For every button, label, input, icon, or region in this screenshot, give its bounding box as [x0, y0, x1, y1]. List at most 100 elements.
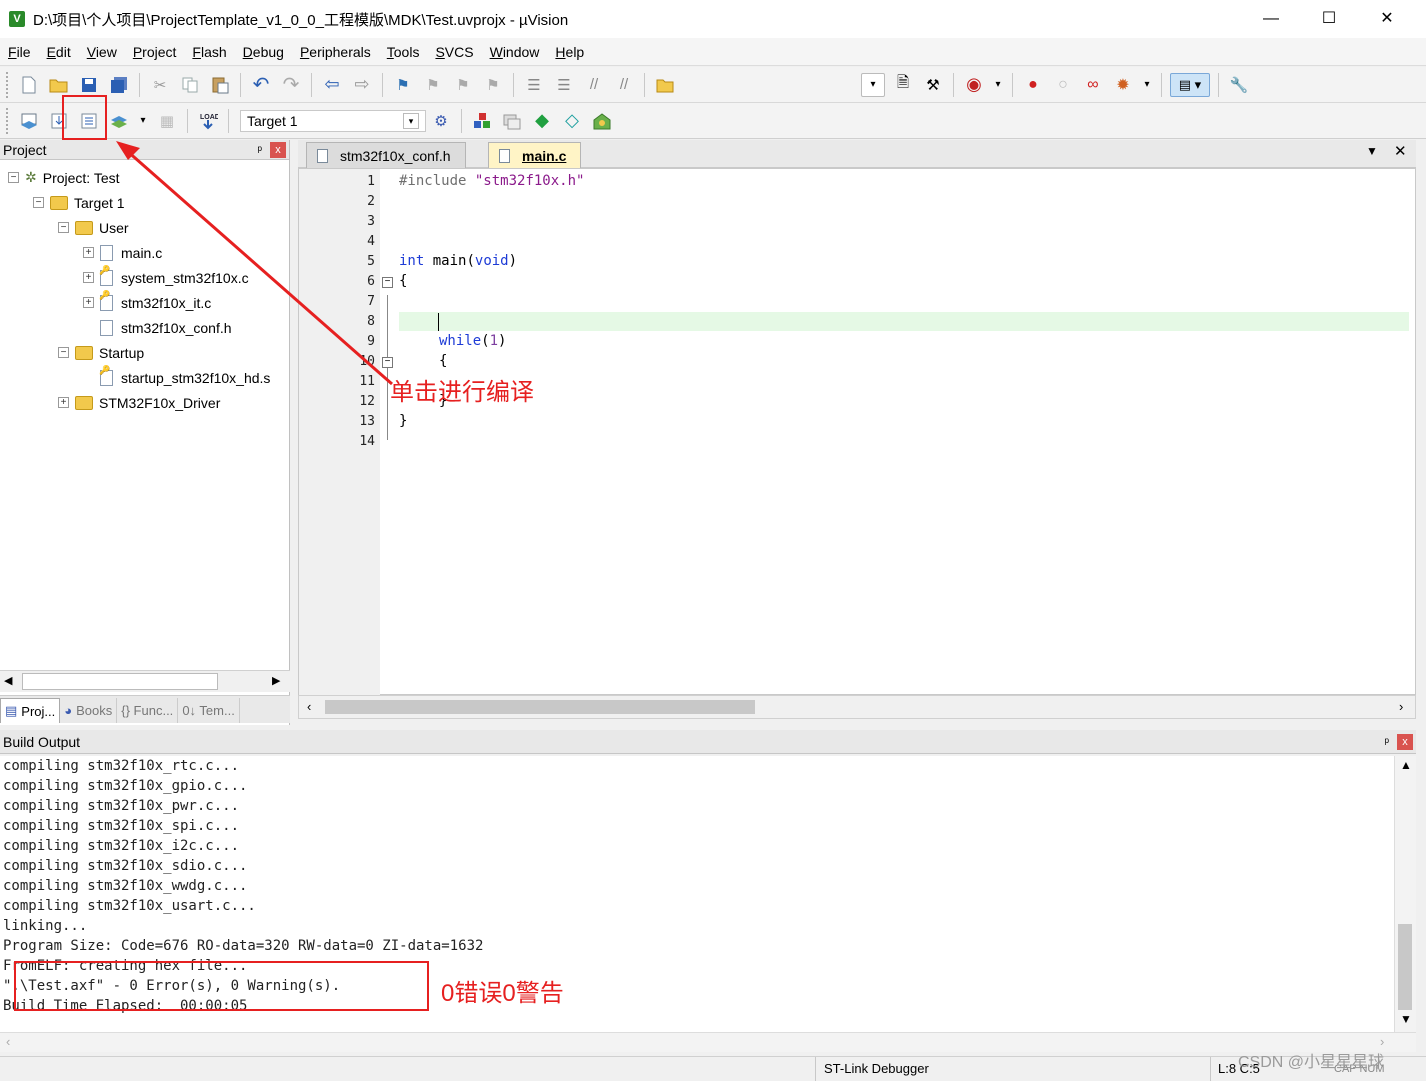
- chevron-down-icon[interactable]: ▾: [992, 73, 1004, 97]
- comment-icon[interactable]: //: [582, 73, 606, 97]
- close-icon[interactable]: x: [1397, 733, 1413, 750]
- indent-icon[interactable]: ☰: [522, 73, 546, 97]
- cut-icon[interactable]: ✂: [148, 73, 172, 97]
- pin-icon[interactable]: ᵖ: [1384, 735, 1389, 749]
- tab-main-c[interactable]: main.c: [488, 142, 582, 168]
- tree-item-file[interactable]: + main.c: [83, 240, 162, 265]
- tab-stm32f10x-conf-h[interactable]: stm32f10x_conf.h: [306, 142, 466, 168]
- pin-icon[interactable]: ᵖ: [257, 143, 262, 157]
- chevron-down-icon[interactable]: ▾: [1141, 73, 1153, 97]
- manage-project-items-icon[interactable]: [470, 109, 494, 133]
- configure-wrench-icon[interactable]: 🔧: [1227, 73, 1251, 97]
- collapse-icon[interactable]: −: [58, 222, 69, 233]
- bookmark-toggle-icon[interactable]: ⚑: [391, 73, 415, 97]
- breakpoint-disable-icon[interactable]: ○: [1051, 73, 1075, 97]
- menu-help[interactable]: Help: [547, 44, 592, 60]
- target-options-icon[interactable]: ⚙: [429, 109, 453, 133]
- fold-collapse-icon[interactable]: −: [382, 357, 393, 368]
- target-select[interactable]: Target 1 ▾: [240, 109, 426, 132]
- editor-horizontal-scrollbar[interactable]: ‹ ›: [298, 695, 1416, 719]
- breakpoint-disable-all-icon[interactable]: ∞: [1081, 73, 1105, 97]
- breakpoint-insert-icon[interactable]: ●: [1021, 73, 1045, 97]
- scroll-left-icon[interactable]: ◀: [4, 674, 12, 687]
- tree-item-target[interactable]: − Target 1: [33, 190, 125, 215]
- redo-icon[interactable]: ↷: [279, 73, 303, 97]
- close-editor-icon[interactable]: ✕: [1394, 142, 1407, 160]
- open-folder-icon[interactable]: [47, 73, 71, 97]
- fold-collapse-icon[interactable]: −: [382, 277, 393, 288]
- menu-file[interactable]: File: [0, 44, 39, 60]
- expand-icon[interactable]: +: [83, 272, 94, 283]
- toolbar-grip[interactable]: [6, 71, 10, 98]
- menu-peripherals[interactable]: Peripherals: [292, 44, 379, 60]
- toolbar-grip[interactable]: [6, 107, 10, 134]
- find-in-files-icon[interactable]: [653, 73, 677, 97]
- unindent-icon[interactable]: ☰: [552, 73, 576, 97]
- manage-rte-icon[interactable]: ◆: [530, 109, 554, 133]
- select-packs-icon[interactable]: [500, 109, 524, 133]
- scroll-thumb[interactable]: [1398, 924, 1412, 1010]
- debug-session-icon[interactable]: ◉: [962, 73, 986, 97]
- undo-icon[interactable]: ↶: [249, 73, 273, 97]
- download-load-icon[interactable]: LOAD: [196, 109, 220, 133]
- navigate-forward-icon[interactable]: ⇨: [350, 73, 374, 97]
- tree-item-group-driver[interactable]: + STM32F10x_Driver: [58, 390, 220, 415]
- scroll-up-icon[interactable]: ▲: [1400, 758, 1412, 772]
- close-icon[interactable]: x: [270, 141, 286, 158]
- menu-view[interactable]: View: [79, 44, 125, 60]
- paste-icon[interactable]: [208, 73, 232, 97]
- breakpoint-kill-all-icon[interactable]: ✹: [1111, 73, 1135, 97]
- tree-item-group-startup[interactable]: − Startup: [58, 340, 144, 365]
- tree-item-file[interactable]: startup_stm32f10x_hd.s: [99, 365, 270, 390]
- tree-item-file[interactable]: + stm32f10x_it.c: [83, 290, 211, 315]
- window-layout-icon[interactable]: ▤ ▾: [1170, 72, 1210, 97]
- event-recorder-icon[interactable]: [590, 109, 614, 133]
- tab-books[interactable]: ◕ Books: [60, 698, 118, 723]
- bookmark-clear-icon[interactable]: ⚑: [481, 73, 505, 97]
- scroll-left-icon[interactable]: ‹: [307, 699, 311, 714]
- bookmark-next-icon[interactable]: ⚑: [451, 73, 475, 97]
- menu-edit[interactable]: Edit: [39, 44, 79, 60]
- save-all-icon[interactable]: [107, 73, 131, 97]
- tab-functions[interactable]: {} Func...: [117, 698, 179, 723]
- scroll-left-icon[interactable]: ‹: [6, 1034, 10, 1049]
- tab-list-dropdown-icon[interactable]: ▼: [1366, 144, 1378, 158]
- menu-window[interactable]: Window: [482, 44, 548, 60]
- menu-tools[interactable]: Tools: [379, 44, 428, 60]
- build-output-horizontal-scrollbar[interactable]: ‹ ›: [0, 1032, 1416, 1052]
- find-dropdown-icon[interactable]: ▾: [861, 72, 885, 97]
- scroll-right-icon[interactable]: ›: [1380, 1034, 1384, 1049]
- tab-templates[interactable]: 0↓ Tem...: [178, 698, 240, 723]
- chevron-down-icon[interactable]: ▾: [137, 109, 149, 133]
- collapse-icon[interactable]: −: [8, 172, 19, 183]
- translate-icon[interactable]: [17, 109, 41, 133]
- stop-build-icon[interactable]: ▦: [155, 109, 179, 133]
- project-horizontal-scrollbar[interactable]: ◀ ▶: [0, 670, 290, 692]
- tree-item-file[interactable]: + system_stm32f10x.c: [83, 265, 249, 290]
- close-button[interactable]: ✕: [1358, 0, 1416, 38]
- copy-icon[interactable]: [178, 73, 202, 97]
- tree-item-group-user[interactable]: − User: [58, 215, 129, 240]
- pack-installer-icon[interactable]: ◇: [560, 109, 584, 133]
- menu-project[interactable]: Project: [125, 44, 185, 60]
- scroll-right-icon[interactable]: ›: [1399, 699, 1403, 714]
- navigate-back-icon[interactable]: ⇦: [320, 73, 344, 97]
- batch-build-icon[interactable]: [107, 109, 131, 133]
- scroll-right-icon[interactable]: ▶: [272, 674, 280, 687]
- expand-icon[interactable]: +: [58, 397, 69, 408]
- incremental-find-icon[interactable]: 🗎: [891, 73, 915, 97]
- tree-item-file[interactable]: stm32f10x_conf.h: [100, 315, 232, 340]
- collapse-icon[interactable]: −: [58, 347, 69, 358]
- save-icon[interactable]: [77, 73, 101, 97]
- code-editor[interactable]: 1 2 3 4 5 6 7 8 9 10 11 12 13 14 − − #in…: [298, 168, 1416, 695]
- minimize-button[interactable]: —: [1242, 0, 1300, 38]
- scroll-thumb[interactable]: [325, 700, 755, 714]
- collapse-icon[interactable]: −: [33, 197, 44, 208]
- tree-item-project[interactable]: − ✲ Project: Test: [8, 165, 120, 190]
- bookmark-prev-icon[interactable]: ⚑: [421, 73, 445, 97]
- expand-icon[interactable]: +: [83, 297, 94, 308]
- build-output-vertical-scrollbar[interactable]: ▲ ▼: [1394, 756, 1416, 1032]
- menu-debug[interactable]: Debug: [235, 44, 292, 60]
- menu-svcs[interactable]: SVCS: [427, 44, 481, 60]
- scroll-down-icon[interactable]: ▼: [1400, 1012, 1412, 1026]
